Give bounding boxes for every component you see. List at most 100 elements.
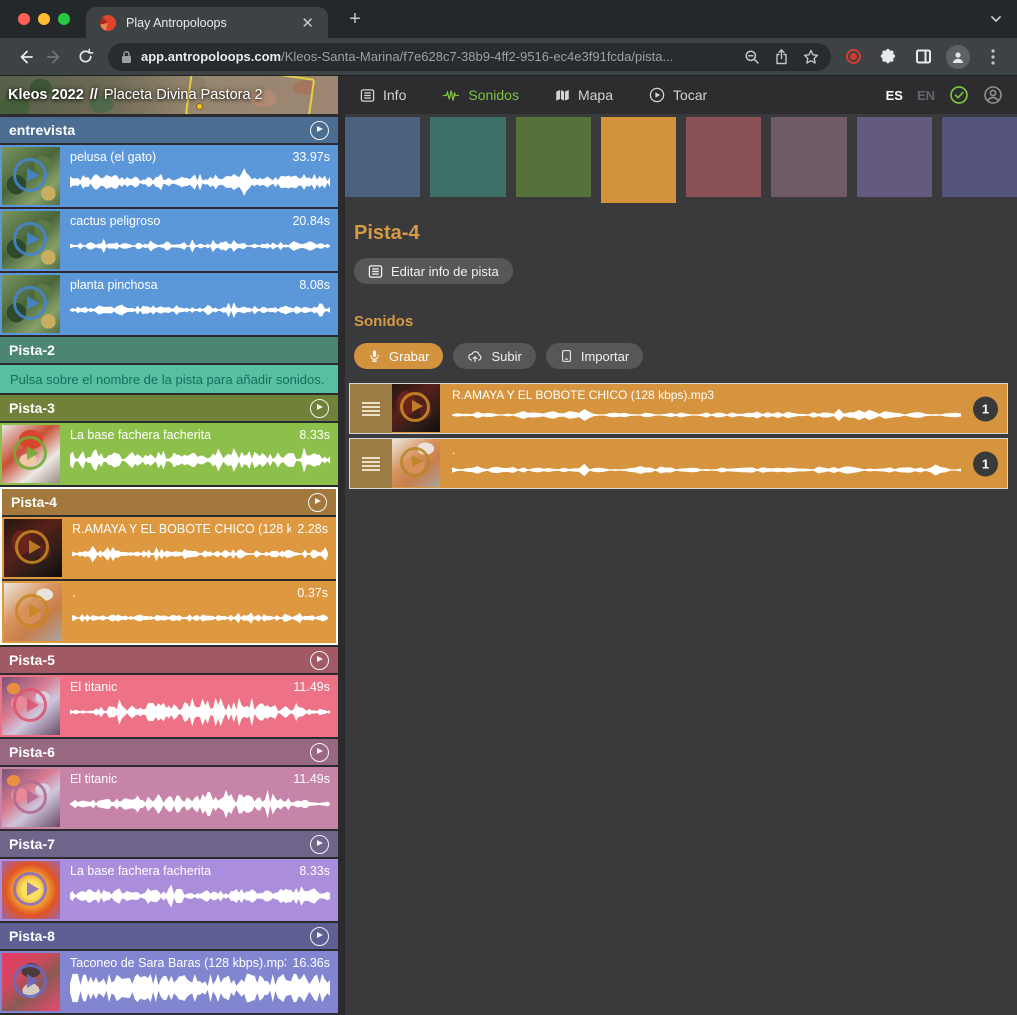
play-overlay-icon[interactable] [400,447,430,477]
sound-thumbnail[interactable] [2,275,60,333]
play-overlay-icon[interactable] [13,286,47,320]
sound-thumbnail[interactable] [2,861,60,919]
url-bar[interactable]: app.antropoloops.com/Kleos-Santa-Marina/… [108,43,831,71]
sound-item[interactable]: cactus peligroso20.84s [0,209,338,271]
play-overlay-icon[interactable] [400,392,430,422]
reload-icon[interactable] [70,42,100,72]
tab-close-icon[interactable]: ✕ [297,14,318,32]
track-name[interactable]: Pista-2 [9,342,329,358]
language-toggle-es[interactable]: ES [886,88,903,103]
track-swatch-3[interactable] [516,117,591,197]
nav-item-mapa[interactable]: Mapa [555,87,613,103]
sound-row[interactable]: .1 [349,438,1008,489]
drag-handle[interactable] [350,384,392,433]
track-swatch-5[interactable] [686,117,761,197]
sound-thumbnail[interactable] [2,147,60,205]
track-header[interactable]: Pista-7 [0,831,338,857]
track-name[interactable]: Pista-6 [9,744,310,760]
play-overlay-icon[interactable] [13,436,47,470]
track-play-button[interactable] [310,743,329,762]
grabar-button[interactable]: Grabar [354,343,443,369]
sound-item[interactable]: La base fachera facherita8.33s [0,423,338,485]
forward-icon[interactable] [40,42,70,72]
play-overlay-icon[interactable] [13,780,47,814]
sound-item[interactable]: pelusa (el gato)33.97s [0,145,338,207]
zoom-window-button[interactable] [58,13,70,25]
drag-handle[interactable] [350,439,392,488]
edit-track-info-button[interactable]: Editar info de pista [354,258,513,284]
sound-item[interactable]: planta pinchosa8.08s [0,273,338,335]
profile-avatar-icon[interactable] [944,43,972,71]
sound-item[interactable]: El titanic11.49s [0,675,338,737]
track-play-button[interactable] [310,835,329,854]
track-swatch-4[interactable] [601,117,676,203]
play-overlay-icon[interactable] [15,530,49,564]
nav-item-info[interactable]: Info [360,87,406,103]
nav-item-tocar[interactable]: Tocar [649,87,707,103]
account-icon[interactable] [983,85,1003,105]
sound-thumbnail[interactable] [2,769,60,827]
project-name[interactable]: Kleos 2022 [8,87,84,103]
track-name[interactable]: entrevista [9,122,310,138]
track-swatch-6[interactable] [771,117,846,197]
sound-row[interactable]: R.AMAYA Y EL BOBOTE CHICO (128 kbps).mp3… [349,383,1008,434]
sound-item[interactable]: R.AMAYA Y EL BOBOTE CHICO (128 kbps)....… [2,517,336,579]
sound-thumbnail[interactable] [4,583,62,641]
play-overlay-icon[interactable] [13,688,47,722]
sound-thumbnail[interactable] [2,953,60,1011]
track-play-button[interactable] [310,121,329,140]
track-header[interactable]: Pista-5 [0,647,338,673]
sound-item[interactable]: La base fachera facherita8.33s [0,859,338,921]
track-name[interactable]: Pista-7 [9,836,310,852]
record-extension-icon[interactable] [839,43,867,71]
subir-button[interactable]: Subir [453,343,535,369]
play-overlay-icon[interactable] [13,158,47,192]
new-tab-button[interactable]: + [342,8,368,31]
sound-thumbnail[interactable] [392,439,440,487]
track-name[interactable]: Pista-8 [9,928,310,944]
track-header[interactable]: Pista-3 [0,395,338,421]
extensions-puzzle-icon[interactable] [874,43,902,71]
minimize-window-button[interactable] [38,13,50,25]
importar-button[interactable]: Importar [546,343,643,369]
zoom-out-icon[interactable] [744,49,760,65]
session-name[interactable]: Placeta Divina Pastora 2 [104,87,263,103]
track-swatch-7[interactable] [857,117,932,197]
bookmark-star-icon[interactable] [803,49,819,65]
project-breadcrumb[interactable]: Kleos 2022//Placeta Divina Pastora 2 [0,76,338,114]
side-panel-icon[interactable] [909,43,937,71]
track-swatch-8[interactable] [942,117,1017,197]
play-overlay-icon[interactable] [13,222,47,256]
tab-search-chevron-icon[interactable] [989,12,1003,26]
sound-item[interactable]: .0.37s [2,581,336,643]
sound-thumbnail[interactable] [2,677,60,735]
track-header[interactable]: Pista-8 [0,923,338,949]
play-overlay-icon[interactable] [15,594,49,628]
track-play-button[interactable] [310,927,329,946]
track-header[interactable]: entrevista [0,117,338,143]
track-play-button[interactable] [310,399,329,418]
sound-item[interactable]: El titanic11.49s [0,767,338,829]
track-header[interactable]: Pista-4 [2,489,336,515]
sound-thumbnail[interactable] [2,425,60,483]
track-play-button[interactable] [308,493,327,512]
track-header[interactable]: Pista-2 [0,337,338,363]
language-toggle-en[interactable]: EN [917,88,935,103]
nav-item-sonidos[interactable]: Sonidos [442,87,519,103]
track-name[interactable]: Pista-5 [9,652,310,668]
track-header[interactable]: Pista-6 [0,739,338,765]
track-swatch-1[interactable] [345,117,420,197]
track-name[interactable]: Pista-4 [11,494,308,510]
sound-thumbnail[interactable] [392,384,440,432]
sound-thumbnail[interactable] [4,519,62,577]
back-icon[interactable] [10,42,40,72]
browser-tab[interactable]: Play Antropoloops ✕ [86,7,328,38]
track-swatch-2[interactable] [430,117,505,197]
play-overlay-icon[interactable] [13,964,47,998]
browser-menu-icon[interactable] [979,43,1007,71]
track-play-button[interactable] [310,651,329,670]
track-name[interactable]: Pista-3 [9,400,310,416]
sound-item[interactable]: Taconeo de Sara Baras (128 kbps).mp316.3… [0,951,338,1013]
share-icon[interactable] [774,49,789,65]
sound-thumbnail[interactable] [2,211,60,269]
